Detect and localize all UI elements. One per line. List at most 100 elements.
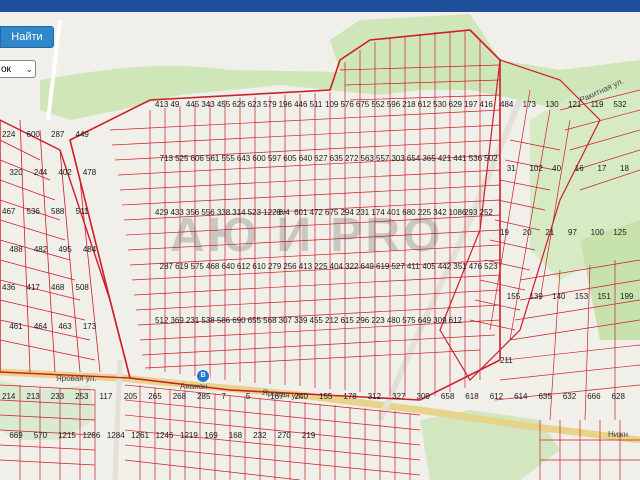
parcel-number[interactable]: 557 (376, 154, 389, 163)
parcel-number[interactable]: 404 (330, 262, 343, 271)
parcel-number[interactable]: 233 (51, 392, 64, 401)
parcel-number[interactable]: 1219 (180, 431, 198, 440)
parcel-number[interactable]: 169 (204, 431, 217, 440)
parcel-number[interactable]: 211 (500, 356, 513, 365)
parcel-number[interactable]: 612 (449, 316, 462, 325)
parcel-number[interactable]: 461 (9, 322, 22, 331)
parcel-number[interactable]: 252 (480, 208, 493, 217)
parcel-number[interactable]: 538 (201, 316, 214, 325)
parcel-number[interactable]: 442 (438, 262, 451, 271)
parcel-number[interactable]: 21 (545, 228, 554, 237)
parcel-number[interactable]: 287 (160, 262, 173, 271)
parcel-number[interactable]: 225 (418, 208, 431, 217)
parcel-number[interactable]: 287 (51, 130, 64, 139)
parcel-number[interactable]: 482 (34, 245, 47, 254)
parcel-number[interactable]: 320 (9, 168, 22, 177)
parcel-number[interactable]: 614 (514, 392, 527, 401)
parcel-number[interactable]: 433 (170, 208, 183, 217)
parcel-number[interactable]: 680 (402, 208, 415, 217)
parcel-number[interactable]: 16 (575, 164, 584, 173)
parcel-number[interactable]: 449 (76, 130, 89, 139)
parcel-number[interactable]: 413 (299, 262, 312, 271)
parcel-number[interactable]: 488 (9, 245, 22, 254)
parcel-number[interactable]: 309 (417, 392, 430, 401)
parcel-number[interactable]: 314 (232, 208, 245, 217)
parcel-number[interactable]: 411 (407, 262, 420, 271)
parcel-number[interactable]: 536 (469, 154, 482, 163)
parcel-number[interactable]: 173 (83, 322, 96, 331)
parcel-number[interactable]: 225 (314, 262, 327, 271)
parcel-number[interactable]: 303 (391, 154, 404, 163)
parcel-number[interactable]: 8/4 (279, 208, 290, 217)
parcel-number[interactable]: 429 (155, 208, 168, 217)
parcel-number[interactable]: 31 (507, 164, 516, 173)
parcel-number[interactable]: 1215 (58, 431, 76, 440)
parcel-number[interactable]: 173 (523, 100, 536, 109)
parcel-number[interactable]: 446 (294, 100, 307, 109)
parcel-number[interactable]: 484 (83, 245, 96, 254)
parcel-number[interactable]: 117 (100, 392, 113, 401)
parcel-number[interactable]: 7 (221, 392, 225, 401)
parcel-number[interactable]: 640 (221, 262, 234, 271)
parcel-number[interactable]: 1246 (156, 431, 174, 440)
parcel-number[interactable]: 532 (613, 100, 626, 109)
parcel-number[interactable]: 445 (186, 100, 199, 109)
parcel-number[interactable]: 463 (58, 322, 71, 331)
parcel-number[interactable]: 563 (361, 154, 374, 163)
parcel-number[interactable]: 619 (376, 262, 389, 271)
parcel-number[interactable]: 508 (76, 283, 89, 292)
parcel-number[interactable]: 467 (2, 207, 15, 216)
parcel-number[interactable]: 270 (278, 431, 291, 440)
layer-select[interactable]: ок ⌄ (0, 60, 36, 78)
parcel-number[interactable]: 441 (453, 154, 466, 163)
parcel-number[interactable]: 654 (407, 154, 420, 163)
parcel-number[interactable]: 669 (9, 431, 22, 440)
parcel-number[interactable]: 675 (325, 208, 338, 217)
parcel-number[interactable]: 343 (201, 100, 214, 109)
parcel-number[interactable]: 615 (340, 316, 353, 325)
parcel-number[interactable]: 421 (438, 154, 451, 163)
parcel-number[interactable]: 464 (34, 322, 47, 331)
parcel-number[interactable]: 468 (51, 283, 64, 292)
parcel-number[interactable]: 597 (268, 154, 281, 163)
parcel-number[interactable]: 121 (568, 100, 581, 109)
parcel-number[interactable]: 658 (441, 392, 454, 401)
parcel-number[interactable]: 575 (191, 262, 204, 271)
parcel-number[interactable]: 417 (27, 283, 40, 292)
parcel-number[interactable]: 100 (591, 228, 604, 237)
parcel-number[interactable]: 480 (387, 316, 400, 325)
parcel-number[interactable]: 20 (523, 228, 532, 237)
parcel-number[interactable]: 575 (402, 316, 415, 325)
parcel-number[interactable]: 640 (299, 154, 312, 163)
parcel-number[interactable]: 568 (263, 316, 276, 325)
parcel-number[interactable]: 713 (160, 154, 173, 163)
parcel-number[interactable]: 690 (232, 316, 245, 325)
parcel-number[interactable]: 265 (148, 392, 161, 401)
parcel-number[interactable]: 49 (170, 100, 179, 109)
parcel-number[interactable]: 655 (248, 316, 261, 325)
parcel-number[interactable]: 125 (613, 228, 626, 237)
parcel-number[interactable]: 495 (58, 245, 71, 254)
parcel-number[interactable]: 205 (124, 392, 137, 401)
parcel-number[interactable]: 151 (597, 292, 610, 301)
parcel-number[interactable]: 253 (75, 392, 88, 401)
parcel-number[interactable]: 643 (237, 154, 250, 163)
parcel-number[interactable]: 600 (27, 130, 40, 139)
parcel-number[interactable]: 5 (246, 392, 250, 401)
parcel-number[interactable]: 586 (217, 316, 230, 325)
parcel-number[interactable]: 635 (330, 154, 343, 163)
parcel-number[interactable]: 272 (345, 154, 358, 163)
parcel-number[interactable]: 619 (175, 262, 188, 271)
parcel-number[interactable]: 224 (2, 130, 15, 139)
parcel-number[interactable]: 484 (500, 100, 513, 109)
parcel-number[interactable]: 511 (310, 100, 323, 109)
parcel-number[interactable]: 561 (206, 154, 219, 163)
parcel-number[interactable]: 312 (368, 392, 381, 401)
parcel-number[interactable]: 97 (568, 228, 577, 237)
parcel-number[interactable]: 231 (186, 316, 199, 325)
parcel-number[interactable]: 476 (469, 262, 482, 271)
parcel-number[interactable]: 576 (340, 100, 353, 109)
parcel-number[interactable]: 405 (422, 262, 435, 271)
parcel-number[interactable]: 178 (343, 392, 356, 401)
parcel-number[interactable]: 119 (591, 100, 604, 109)
